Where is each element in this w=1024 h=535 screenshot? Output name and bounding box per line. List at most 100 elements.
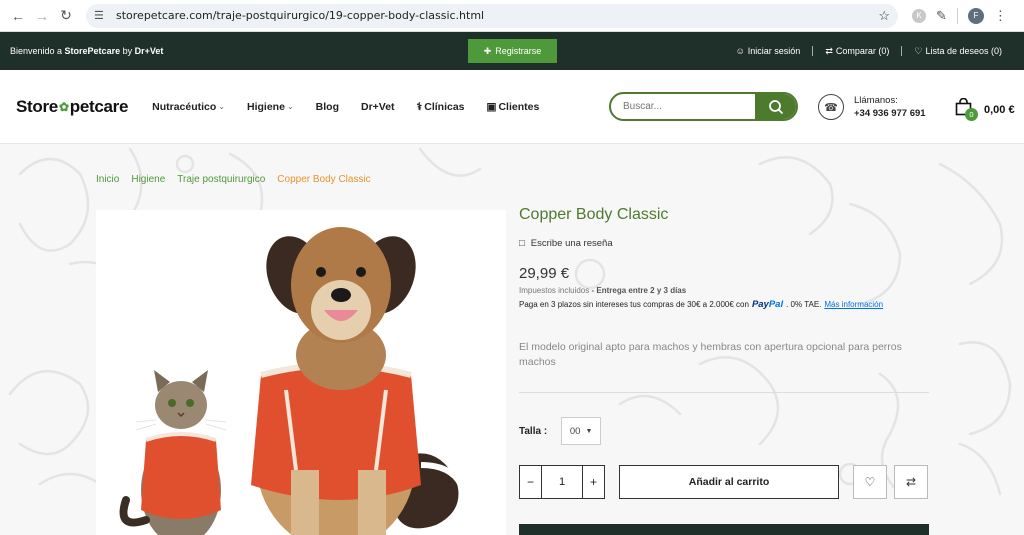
breadcrumb-inicio[interactable]: Inicio [96,174,119,185]
search-box [609,92,798,121]
search-input[interactable] [611,101,755,112]
add-to-cart-button[interactable]: Añadir al carrito [619,465,839,499]
register-button[interactable]: ✚ Registrarse [468,39,557,63]
product-price: 29,99 € [519,265,570,282]
extension-icon[interactable]: K [912,8,926,23]
cart-button[interactable]: 0 0,00 € [955,97,1015,121]
user-plus-icon: ✚ [483,45,492,56]
main-menu: Nutracéutico ⌄ Higiene ⌄ Blog Dr+Vet ⚕ Clín… [152,101,539,113]
logo-store: Store [16,96,58,116]
wishlist-link[interactable]: ♡ Lista de deseos (0) [902,46,1014,57]
bookmark-star-icon[interactable]: ☆ [878,8,890,24]
gift-icon: ▣ [486,100,497,113]
caret-down-icon: ▼ [585,427,593,435]
doctor-icon: ⚕ [416,100,423,113]
site-logo[interactable]: Store ✿ petcare [16,97,128,117]
product-image[interactable] [96,210,506,535]
welcome-suffix: by [120,46,135,56]
menu-item-clientes[interactable]: ▣ Clientes [487,101,540,113]
product-info: Copper Body Classic □ Escribe una reseña… [519,206,929,499]
review-label: Escribe una reseña [530,238,613,249]
call-label: Llámanos: [854,95,898,106]
compare-button[interactable]: ⇄ [894,465,928,499]
breadcrumb: Inicio Higiene Traje postquirurgico Copp… [96,174,371,185]
welcome-brand: StorePetcare [64,46,121,56]
leaf-icon: ✿ [58,99,69,114]
register-label: Registrarse [495,46,542,56]
menu-item-higiene[interactable]: Higiene ⌄ [247,101,294,113]
compare-link[interactable]: ⇄ Comparar (0) [813,46,901,57]
qty-decrease-button[interactable]: − [520,466,541,498]
support-phone-icon: ☎ [818,94,844,120]
menu-label: Blog [315,100,339,113]
product-title: Copper Body Classic [519,206,669,223]
menu-item-clinicas[interactable]: ⚕ Clínicas [417,101,465,113]
product-page: Inicio Higiene Traje postquirurgico Copp… [0,144,1024,535]
profile-avatar[interactable]: F [967,7,984,24]
reload-icon[interactable]: ↻ [54,4,78,28]
wishlist-label: Lista de deseos (0) [925,46,1002,56]
chevron-down-icon: ⌄ [286,102,294,111]
size-value: 00 [569,425,581,437]
purchase-actions: − 1 + Añadir al carrito ♡ ⇄ [519,465,929,499]
back-icon[interactable]: ← [6,4,30,28]
site-settings-icon[interactable]: ☰ [94,9,110,22]
breadcrumb-higiene[interactable]: Higiene [131,174,165,185]
chevron-down-icon: ⌄ [218,102,226,111]
toolbar-divider [956,7,958,24]
cart-total: 0,00 € [984,103,1015,116]
menu-label: Dr+Vet [360,100,395,113]
menu-item-drvet[interactable]: Dr+Vet [361,101,395,113]
menu-item-nutraceutico[interactable]: Nutracéutico ⌄ [152,101,225,113]
address-bar[interactable]: ☰ storepetcare.com/traje-postquirurgico/… [86,3,898,28]
paypal-pal: Pal [768,299,784,310]
wishlist-button[interactable]: ♡ [853,465,887,499]
cart-count-badge: 0 [965,108,978,121]
url-text[interactable]: storepetcare.com/traje-postquirurgico/19… [116,9,878,22]
site-header: Store ✿ petcare Nutracéutico ⌄ Higiene ⌄ Blo… [0,70,1024,144]
paypal-text: Paga en 3 plazos sin intereses tus compr… [519,300,749,309]
menu-item-blog[interactable]: Blog [316,101,339,113]
search-button[interactable] [755,94,796,119]
breadcrumb-traje[interactable]: Traje postquirurgico [177,174,265,185]
tax-label: Impuestos incluidos [519,286,590,295]
browser-menu-icon[interactable]: ⋮ [994,8,1007,24]
contact-block: ☎ Llámanos: +34 936 977 691 [818,94,926,120]
heart-icon: ♡ [914,45,923,56]
menu-label: Higiene [247,100,285,113]
user-icon: ☺ [735,46,745,56]
welcome-text: Bienvenido a StorePetcare by Dr+Vet [10,46,163,56]
menu-label: Clientes [498,100,540,113]
menu-label: Nutracéutico [152,100,217,113]
product-photo-dog-cat [119,227,464,535]
paypal-message: Paga en 3 plazos sin intereses tus compr… [519,299,929,310]
section-divider [519,392,929,393]
heart-icon: ♡ [864,475,876,489]
top-bar: Bienvenido a StorePetcare by Dr+Vet ✚ Re… [0,32,1024,70]
breadcrumb-current: Copper Body Classic [277,174,371,185]
qty-increase-button[interactable]: + [583,466,604,498]
welcome-prefix: Bienvenido a [10,46,65,56]
buy-now-button[interactable] [519,524,929,535]
phone-number[interactable]: +34 936 977 691 [854,108,926,119]
more-info-link[interactable]: Más información [824,300,883,309]
extensions-puzzle-icon[interactable]: ✎ [936,8,947,24]
browser-toolbar: ← → ↻ ☰ storepetcare.com/traje-postquiru… [0,0,1024,32]
size-select[interactable]: 00 ▼ [561,417,602,445]
logo-petcare: petcare [69,96,129,116]
forward-icon[interactable]: → [30,4,54,28]
quantity-stepper: − 1 + [519,465,605,499]
write-review-link[interactable]: □ Escribe una reseña [519,238,929,249]
shuffle-icon: ⇄ [905,475,917,489]
comment-icon: □ [519,238,525,249]
login-label: Iniciar sesión [747,46,801,56]
size-label: Talla : [519,425,548,437]
tax-info: Impuestos incluidos - Entrega entre 2 y … [519,286,929,295]
shuffle-icon: ⇄ [825,45,833,56]
login-link[interactable]: ☺ Iniciar sesión [724,46,813,56]
paypal-logo: PayPal [752,299,783,310]
compare-label: Comparar (0) [835,46,890,56]
delivery-label: - Entrega entre 2 y 3 días [591,286,687,295]
qty-input[interactable]: 1 [541,466,583,498]
size-selector-row: Talla : 00 ▼ [519,417,929,445]
